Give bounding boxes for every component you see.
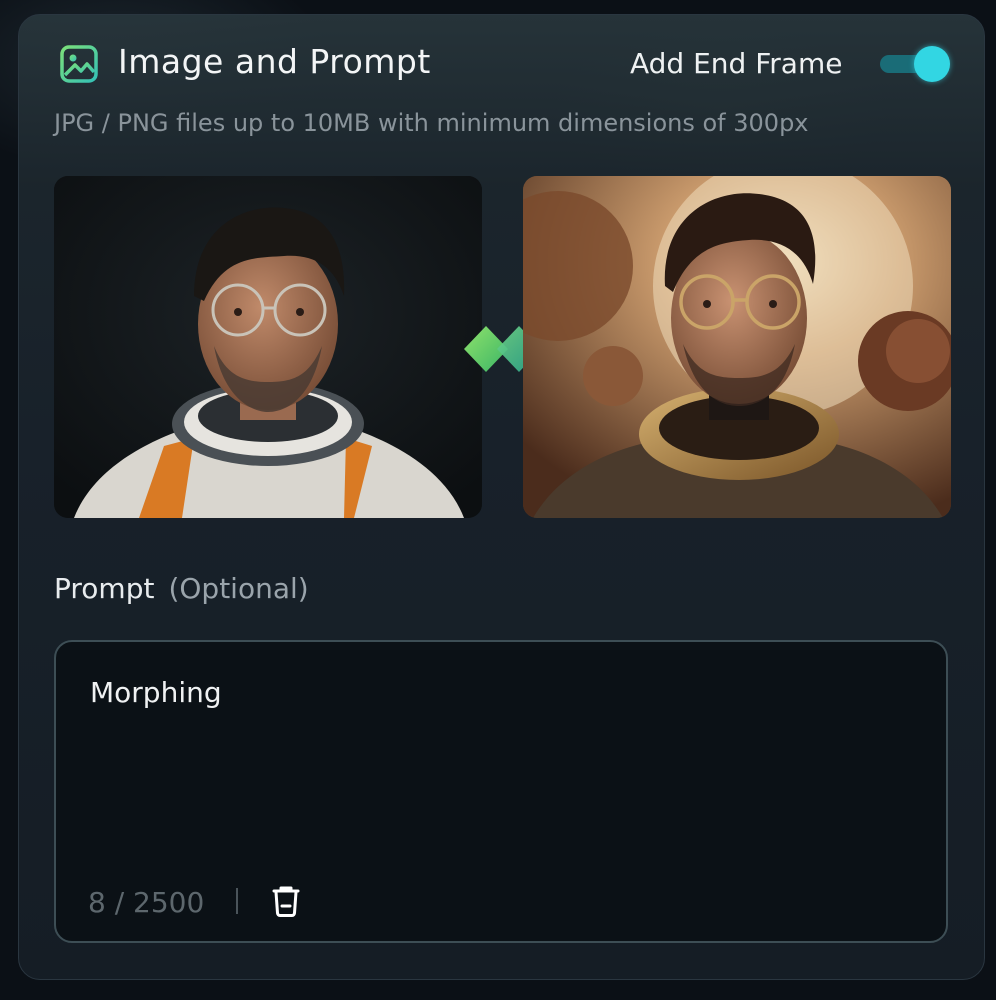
trash-icon[interactable] xyxy=(270,884,302,918)
panel-title: Image and Prompt xyxy=(118,42,431,81)
add-end-frame-label: Add End Frame xyxy=(630,47,843,80)
prompt-box: Morphing 8 / 2500 xyxy=(54,640,948,943)
add-end-frame-toggle[interactable] xyxy=(880,46,950,82)
upload-requirements: JPG / PNG files up to 10MB with minimum … xyxy=(54,109,809,137)
prompt-label-text: Prompt xyxy=(54,572,155,605)
prompt-label: Prompt (Optional) xyxy=(54,572,309,605)
toggle-knob xyxy=(914,46,950,82)
start-frame-image[interactable] xyxy=(54,176,482,518)
prompt-optional-note: (Optional) xyxy=(168,572,309,605)
counter-divider xyxy=(236,888,238,914)
end-frame-image[interactable] xyxy=(523,176,951,518)
prompt-textarea[interactable]: Morphing xyxy=(90,676,910,826)
image-icon xyxy=(60,45,98,83)
character-counter: 8 / 2500 xyxy=(88,886,205,919)
